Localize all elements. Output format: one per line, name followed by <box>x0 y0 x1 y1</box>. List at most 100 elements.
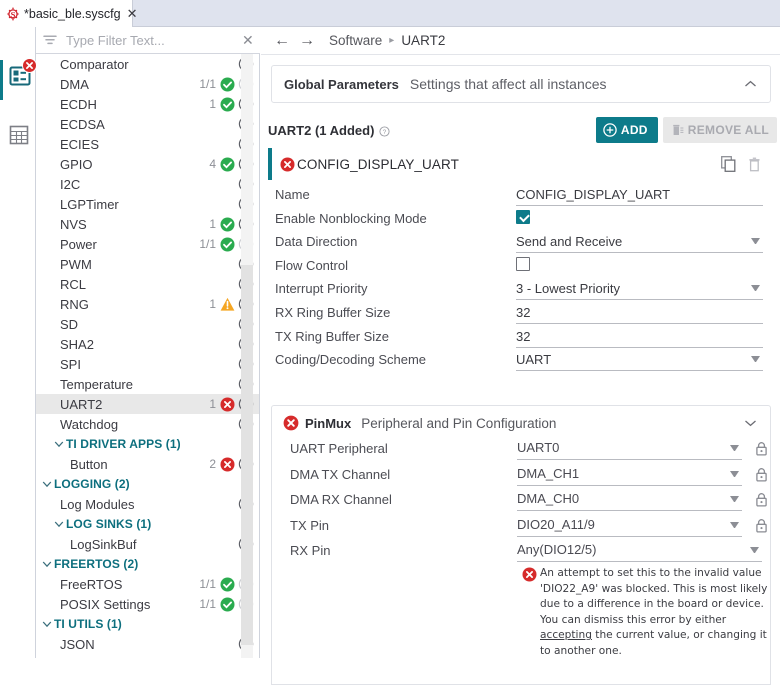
tree-item-gpio[interactable]: GPIO4 <box>36 154 259 174</box>
instance-header[interactable]: CONFIG_DISPLAY_UART <box>261 148 780 180</box>
chevron-down-icon[interactable] <box>744 416 757 430</box>
tree-item-dma[interactable]: DMA1/1 <box>36 74 259 94</box>
pinmux-row-tx-pin: TX PinDIO20_A11/9 <box>272 517 770 543</box>
breadcrumb-root[interactable]: Software <box>329 33 382 48</box>
property-label: Interrupt Priority <box>261 280 516 297</box>
tree-item-watchdog[interactable]: Watchdog <box>36 414 259 434</box>
tree-item-button[interactable]: Button2 <box>36 454 259 474</box>
chevron-down-icon[interactable] <box>40 557 54 571</box>
pinmux-value: DIO20_A11/9 <box>517 517 595 532</box>
filter-icon[interactable] <box>42 33 58 47</box>
tree-item-posix-settings[interactable]: POSIX Settings1/1 <box>36 594 259 614</box>
lock-icon[interactable] <box>755 492 768 507</box>
chevron-down-icon[interactable] <box>40 617 54 631</box>
property-value: 3 - Lowest Priority <box>516 280 620 297</box>
tree-item-temperature[interactable]: Temperature <box>36 374 259 394</box>
checkbox-enable-nonblocking-mode[interactable] <box>516 210 530 224</box>
info-circle-icon[interactable]: ? <box>379 125 390 136</box>
sidebar-scrollbar-thumb[interactable] <box>241 265 253 645</box>
select-dma-rx-channel[interactable]: DMA_CH0 <box>517 491 742 511</box>
tree-item-json[interactable]: JSON <box>36 634 259 654</box>
tree-item-i2c[interactable]: I2C <box>36 174 259 194</box>
tree-item-uart2[interactable]: UART21 <box>36 394 259 414</box>
tree-item-logsinkbuf[interactable]: LogSinkBuf <box>36 534 259 554</box>
chevron-up-icon[interactable] <box>744 77 757 91</box>
input-name[interactable]: CONFIG_DISPLAY_UART <box>516 186 763 206</box>
error-badge-icon <box>22 58 37 73</box>
input-tx-ring-buffer-size[interactable]: 32 <box>516 328 763 348</box>
status-none <box>220 377 235 392</box>
chevron-down-icon[interactable] <box>52 517 66 531</box>
svg-text:S: S <box>11 9 16 19</box>
error-circle-icon[interactable] <box>280 157 295 172</box>
tree-group-ti-utils-1[interactable]: TI UTILS (1) <box>36 614 259 634</box>
select-tx-pin[interactable]: DIO20_A11/9 <box>517 517 742 537</box>
editor-tab-syscfg[interactable]: S *basic_ble.syscfg ✕ <box>0 0 133 27</box>
pinmux-header[interactable]: PinMux Peripheral and Pin Configuration <box>272 406 770 440</box>
chevron-down-icon[interactable] <box>52 437 66 451</box>
tree-item-lgptimer[interactable]: LGPTimer <box>36 194 259 214</box>
tree-item-sd[interactable]: SD <box>36 314 259 334</box>
tree-item-log-modules[interactable]: Log Modules <box>36 494 259 514</box>
copy-icon[interactable] <box>721 156 736 172</box>
tree-item-rcl[interactable]: RCL <box>36 274 259 294</box>
lock-icon[interactable] <box>755 467 768 482</box>
lock-icon[interactable] <box>755 441 768 456</box>
accept-link[interactable]: accepting <box>540 629 592 641</box>
delete-instance-icon[interactable] <box>748 157 761 172</box>
input-rx-ring-buffer-size[interactable]: 32 <box>516 304 763 324</box>
tree-item-ecdsa[interactable]: ECDSA <box>36 114 259 134</box>
error-circle-icon[interactable] <box>283 415 299 431</box>
plus-circle-icon <box>603 123 617 137</box>
chevron-down-icon <box>730 496 739 502</box>
checkbox-flow-control[interactable] <box>516 257 530 271</box>
tree-group-log-sinks-1[interactable]: LOG SINKS (1) <box>36 514 259 534</box>
tree-group-logging-2[interactable]: LOGGING (2) <box>36 474 259 494</box>
module-tree[interactable]: ComparatorDMA1/1ECDH1ECDSAECIESGPIO4I2CL… <box>36 54 260 658</box>
tree-item-spi[interactable]: SPI <box>36 354 259 374</box>
tree-item-pwm[interactable]: PWM <box>36 254 259 274</box>
tree-group-ti-driver-apps-1[interactable]: TI DRIVER APPS (1) <box>36 434 259 454</box>
pinmux-row-dma-tx-channel: DMA TX ChannelDMA_CH1 <box>272 466 770 492</box>
select-data-direction[interactable]: Send and Receive <box>516 233 763 253</box>
tree-item-label: Comparator <box>60 57 216 72</box>
tree-item-rng[interactable]: RNG1 <box>36 294 259 314</box>
property-row-tx-ring-buffer-size: TX Ring Buffer Size32 <box>261 328 780 352</box>
select-coding-decoding-scheme[interactable]: UART <box>516 351 763 371</box>
lock-icon[interactable] <box>755 518 768 533</box>
back-arrow-icon[interactable]: ← <box>274 33 290 49</box>
tree-item-ecies[interactable]: ECIES <box>36 134 259 154</box>
global-parameters-section[interactable]: Global Parameters Settings that affect a… <box>271 65 771 103</box>
tree-item-sha2[interactable]: SHA2 <box>36 334 259 354</box>
remove-all-button[interactable]: REMOVE ALL <box>663 117 777 143</box>
tree-item-label: TI DRIVER APPS (1) <box>66 437 257 451</box>
filter-input[interactable] <box>66 33 242 48</box>
instance-count: 1 <box>209 397 216 411</box>
select-dma-tx-channel[interactable]: DMA_CH1 <box>517 466 742 486</box>
add-button-label: ADD <box>621 123 648 137</box>
pinmux-label: RX Pin <box>272 542 517 560</box>
property-value: Send and Receive <box>516 233 622 250</box>
tree-item-nvs[interactable]: NVS1 <box>36 214 259 234</box>
select-interrupt-priority[interactable]: 3 - Lowest Priority <box>516 280 763 300</box>
tree-item-freertos[interactable]: FreeRTOS1/1 <box>36 574 259 594</box>
instance-count: 1/1 <box>199 77 216 91</box>
tree-item-label: LOG SINKS (1) <box>66 517 257 531</box>
clear-filter-icon[interactable]: ✕ <box>242 33 254 47</box>
forward-arrow-icon[interactable]: → <box>299 33 315 49</box>
tree-item-label: SD <box>60 317 216 332</box>
select-rx-pin[interactable]: Any(DIO12/5) <box>517 542 762 562</box>
table-view-icon[interactable] <box>9 124 29 146</box>
chevron-down-icon <box>751 238 760 244</box>
select-uart-peripheral[interactable]: UART0 <box>517 440 742 460</box>
tree-group-freertos-2[interactable]: FREERTOS (2) <box>36 554 259 574</box>
close-icon[interactable]: ✕ <box>127 7 138 20</box>
tree-item-comparator[interactable]: Comparator <box>36 54 259 74</box>
add-button[interactable]: ADD <box>596 117 658 143</box>
tree-item-power[interactable]: Power1/1 <box>36 234 259 254</box>
chevron-down-icon[interactable] <box>40 477 54 491</box>
pinmux-property-list: UART PeripheralUART0DMA TX ChannelDMA_CH… <box>272 440 770 568</box>
tree-item-ecdh[interactable]: ECDH1 <box>36 94 259 114</box>
status-none <box>220 277 235 292</box>
tree-item-label: TI UTILS (1) <box>54 617 257 631</box>
